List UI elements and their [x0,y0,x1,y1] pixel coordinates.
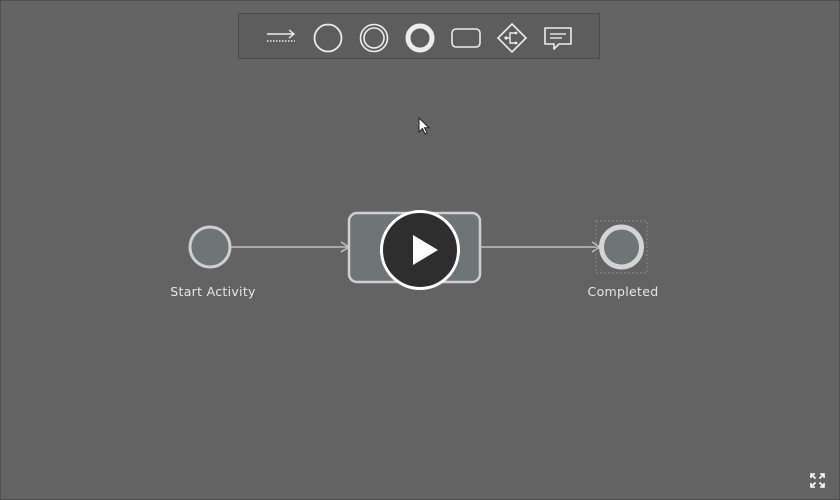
end-event-node[interactable] [599,224,644,270]
expand-icon[interactable] [810,473,825,488]
end-event-label: Completed [587,284,659,299]
play-icon [413,235,438,265]
play-button[interactable] [380,210,460,290]
start-event-node[interactable] [188,225,232,269]
start-event-label: Start Activity [170,284,256,299]
